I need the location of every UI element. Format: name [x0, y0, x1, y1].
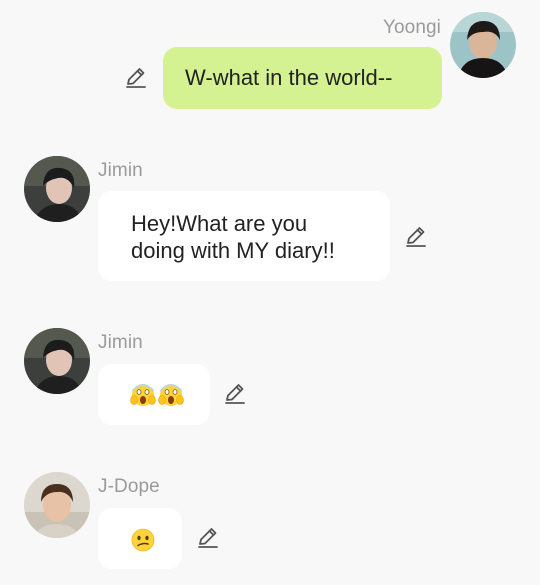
- message-bubble[interactable]: Hey!What are you doing with MY diary!!: [98, 191, 390, 281]
- sender-name: Jimin: [98, 160, 143, 181]
- pencil-icon[interactable]: [124, 65, 148, 89]
- message-text: W-what in the world--: [185, 65, 393, 90]
- message-bubble[interactable]: [98, 508, 182, 569]
- avatar-jimin[interactable]: [24, 328, 90, 394]
- sender-name: J-Dope: [98, 476, 160, 497]
- face-screaming-in-fear-icon: [130, 382, 156, 408]
- confused-face-icon: [130, 527, 156, 553]
- message-bubble[interactable]: [98, 364, 210, 425]
- face-screaming-in-fear-icon: [158, 382, 184, 408]
- pencil-icon[interactable]: [196, 525, 220, 549]
- sender-name: Yoongi: [382, 17, 441, 38]
- pencil-icon[interactable]: [404, 224, 428, 248]
- sender-name: Jimin: [98, 332, 143, 353]
- avatar-jimin[interactable]: [24, 156, 90, 222]
- avatar-yoongi[interactable]: [450, 12, 516, 78]
- message-text: Hey!What are you doing with MY diary!!: [131, 211, 335, 263]
- avatar-j-dope[interactable]: [24, 472, 90, 538]
- message-bubble[interactable]: W-what in the world--: [163, 47, 442, 109]
- pencil-icon[interactable]: [223, 381, 247, 405]
